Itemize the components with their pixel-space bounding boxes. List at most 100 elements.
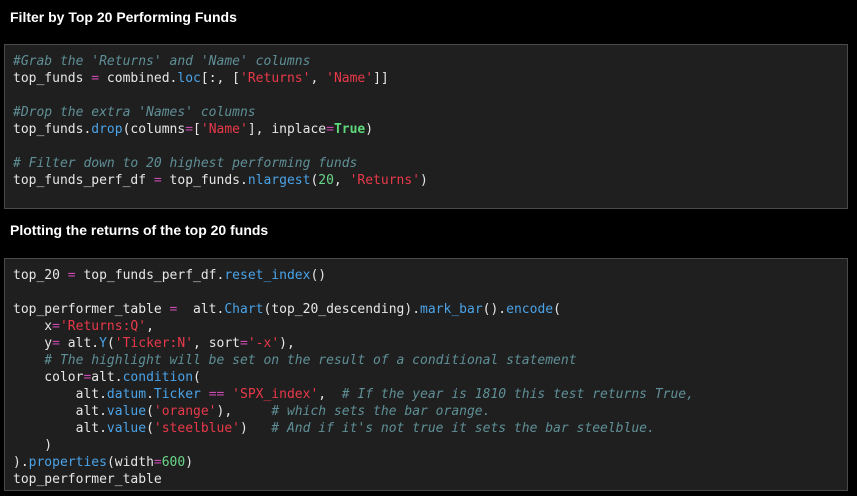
code-token: datum	[106, 387, 147, 402]
code-token: color	[13, 370, 84, 385]
code-token: (width	[106, 455, 154, 470]
code-line: alt.datum.Ticker == 'SPX_index', # If th…	[13, 386, 694, 403]
code-token: 'Ticker:N'	[114, 336, 194, 351]
code-line: alt.value('steelblue') # And if it's not…	[13, 420, 694, 437]
code-token: ]]	[373, 71, 389, 86]
code-token: alt.	[59, 336, 100, 351]
code-token: x	[13, 319, 53, 334]
code-token: (top_20_descending).	[263, 302, 421, 317]
code-token: loc	[177, 71, 201, 86]
code-token: )	[239, 421, 272, 436]
code-token: ==	[208, 387, 225, 402]
code-token: 'Returns:Q'	[59, 319, 147, 334]
code-token: ).	[13, 455, 29, 470]
code-token: top_funds.	[161, 173, 248, 188]
code-token: =	[52, 319, 60, 334]
code-token: # If the year is 1810 this test returns …	[341, 387, 694, 402]
code-token: ,	[146, 319, 154, 334]
code-editor-filter[interactable]: #Grab the 'Returns' and 'Name' columns to…	[13, 53, 428, 189]
code-token: ),	[279, 336, 295, 351]
code-token: '-x'	[247, 336, 280, 351]
code-token: (	[193, 370, 201, 385]
code-token: .	[146, 387, 154, 402]
code-token: top_funds	[13, 71, 92, 86]
code-line: y= alt.Y('Ticker:N', sort='-x'),	[13, 335, 694, 352]
code-token: =	[67, 268, 76, 283]
code-token: ,	[310, 71, 327, 86]
code-token: =	[185, 122, 194, 137]
code-token: 'steelblue'	[153, 421, 240, 436]
code-token: ,	[333, 173, 350, 188]
code-token: 'orange'	[153, 404, 217, 419]
code-token: top_funds_perf_df.	[75, 268, 225, 283]
code-line: color=alt.condition(	[13, 369, 694, 386]
code-token: # The highlight will be set on the resul…	[13, 353, 577, 368]
code-token: encode	[506, 302, 554, 317]
code-token: ),	[216, 404, 272, 419]
code-token: alt.	[91, 370, 123, 385]
code-line: #Grab the 'Returns' and 'Name' columns	[13, 53, 428, 70]
code-editor-plotting[interactable]: top_20 = top_funds_perf_df.reset_index()…	[13, 267, 694, 488]
code-token: #Drop the extra 'Names' columns	[13, 105, 256, 120]
code-token: Chart	[224, 302, 264, 317]
code-token: ().	[482, 302, 507, 317]
code-line: alt.value('orange'), # which sets the ba…	[13, 403, 694, 420]
code-token: 'Name'	[326, 71, 374, 86]
code-token: mark_bar	[420, 302, 483, 317]
code-token: reset_index	[224, 268, 311, 283]
code-token: value	[106, 404, 147, 419]
code-token: )	[13, 438, 53, 453]
code-token: 'Returns'	[349, 173, 421, 188]
code-token: drop	[91, 122, 123, 137]
code-token: =	[153, 173, 162, 188]
code-token: # And if it's not true it sets the bar s…	[271, 421, 655, 436]
code-token: 600	[161, 455, 186, 470]
code-line: #Drop the extra 'Names' columns	[13, 104, 428, 121]
code-token: [	[193, 122, 201, 137]
code-token: combined.	[99, 71, 178, 86]
code-token: ], inplace	[247, 122, 327, 137]
code-token: alt.	[177, 302, 225, 317]
code-token: properties	[28, 455, 107, 470]
code-token: (	[106, 336, 115, 351]
code-line: top_funds.drop(columns=['Name'], inplace…	[13, 121, 428, 138]
code-token: 'Returns'	[240, 71, 311, 86]
code-token: )	[185, 455, 194, 470]
section-heading-filter: Filter by Top 20 Performing Funds	[10, 9, 237, 25]
code-token: (	[553, 302, 561, 317]
code-token: y	[13, 336, 53, 351]
code-token: # which sets the bar orange.	[271, 404, 491, 419]
code-token: 'Name'	[200, 122, 248, 137]
code-token: ()	[310, 268, 327, 283]
code-token: Ticker	[153, 387, 201, 402]
code-token: top_funds_perf_df	[13, 173, 154, 188]
code-token: )	[420, 173, 428, 188]
code-line: ).properties(width=600)	[13, 454, 694, 471]
code-line: )	[13, 437, 694, 454]
code-line: top_performer_table = alt.Chart(top_20_d…	[13, 301, 694, 318]
code-token: )	[365, 122, 374, 137]
code-line: top_funds = combined.loc[:, ['Returns', …	[13, 70, 428, 87]
code-token: condition	[122, 370, 194, 385]
code-token: top_performer_table	[13, 302, 170, 317]
code-cell-plotting[interactable]: top_20 = top_funds_perf_df.reset_index()…	[4, 258, 848, 491]
code-cell-filter[interactable]: #Grab the 'Returns' and 'Name' columns to…	[4, 44, 848, 209]
code-token: =	[91, 71, 100, 86]
code-token: True	[333, 122, 366, 137]
code-token: top_performer_table	[13, 472, 162, 487]
code-token: =	[240, 336, 248, 351]
code-line: top_funds_perf_df = top_funds.nlargest(2…	[13, 172, 428, 189]
code-token: 20	[318, 173, 334, 188]
code-token: =	[326, 122, 334, 137]
code-token: alt.	[13, 404, 107, 419]
code-token: nlargest	[247, 173, 311, 188]
code-token: =	[153, 455, 162, 470]
code-token: value	[106, 421, 147, 436]
code-token: #Grab the 'Returns' and 'Name' columns	[13, 54, 311, 69]
code-token: top_20	[13, 268, 68, 283]
code-token: (columns	[122, 122, 186, 137]
